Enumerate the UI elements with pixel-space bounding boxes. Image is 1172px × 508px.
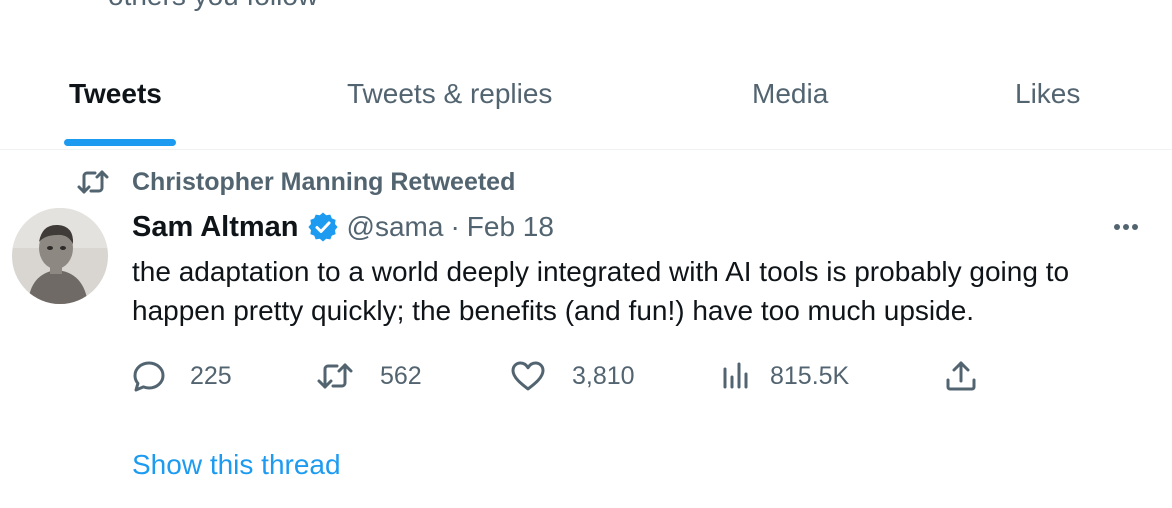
tweet-text: the adaptation to a world deeply integra… bbox=[132, 256, 1070, 326]
verified-badge-icon[interactable] bbox=[307, 211, 339, 243]
tab-tweets[interactable]: Tweets bbox=[64, 58, 176, 150]
tab-likes-label: Likes bbox=[1015, 78, 1081, 109]
reply-button[interactable]: 225 bbox=[132, 356, 232, 396]
share-button[interactable] bbox=[944, 356, 978, 396]
active-tab-indicator bbox=[64, 139, 176, 146]
share-icon bbox=[946, 361, 976, 391]
tweet-date[interactable]: Feb 18 bbox=[467, 211, 554, 243]
profile-timeline: others you follow Tweets Tweets & replie… bbox=[0, 0, 1172, 508]
heart-icon bbox=[511, 361, 545, 391]
author-name[interactable]: Sam Altman bbox=[132, 211, 299, 244]
clipped-header-text: others you follow bbox=[108, 0, 318, 12]
views-count: 815.5K bbox=[770, 361, 850, 390]
retweet-icon bbox=[77, 170, 109, 194]
like-button[interactable]: 3,810 bbox=[510, 356, 635, 396]
reply-icon bbox=[133, 361, 165, 392]
tab-tweets-and-replies[interactable]: Tweets & replies bbox=[330, 58, 596, 150]
tab-tweets-and-replies-label: Tweets & replies bbox=[347, 78, 553, 109]
tab-likes[interactable]: Likes bbox=[996, 58, 1108, 150]
profile-tabs: Tweets Tweets & replies Media Likes bbox=[0, 58, 1172, 150]
retweet-icon bbox=[317, 363, 353, 389]
tab-tweets-label: Tweets bbox=[69, 78, 162, 109]
like-count: 3,810 bbox=[572, 361, 635, 390]
more-icon bbox=[1114, 224, 1138, 230]
retweet-button[interactable]: 562 bbox=[316, 356, 422, 396]
views-button[interactable]: 815.5K bbox=[720, 356, 849, 396]
retweet-context[interactable]: Christopher Manning Retweeted bbox=[76, 166, 515, 198]
show-thread-link[interactable]: Show this thread bbox=[132, 449, 341, 481]
reply-count: 225 bbox=[190, 361, 232, 390]
author-handle[interactable]: @sama bbox=[347, 211, 444, 243]
avatar[interactable] bbox=[12, 208, 108, 304]
retweet-context-label: Christopher Manning Retweeted bbox=[132, 167, 516, 196]
tweet-actions: 225 562 3,810 815.5K bbox=[132, 356, 992, 396]
tab-media[interactable]: Media bbox=[730, 58, 862, 150]
views-icon bbox=[723, 362, 748, 389]
tab-media-label: Media bbox=[752, 78, 829, 109]
more-button[interactable] bbox=[1106, 212, 1146, 242]
retweet-count: 562 bbox=[380, 361, 422, 390]
header-separator: · bbox=[450, 211, 460, 242]
tweet-header: Sam Altman @sama · Feb 18 bbox=[132, 205, 554, 249]
avatar-photo bbox=[12, 208, 108, 304]
